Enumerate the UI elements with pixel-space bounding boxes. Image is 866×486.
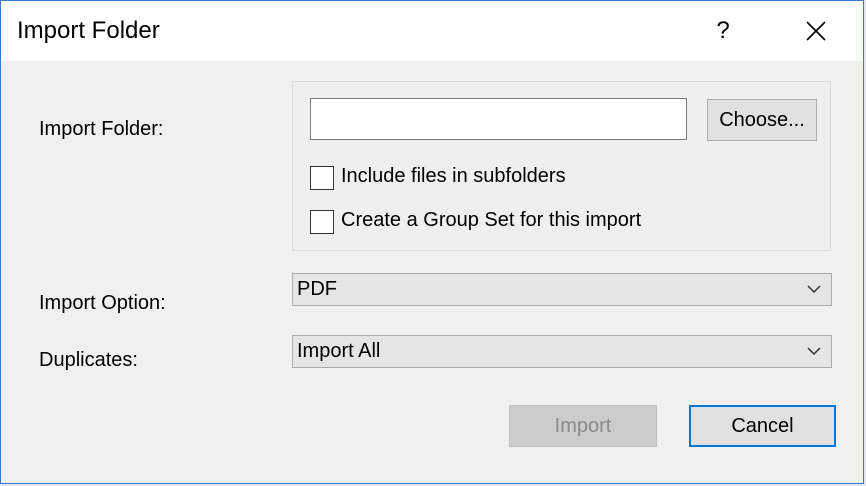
include-subfolders-checkbox[interactable] [310,166,334,190]
title-bar: Import Folder ? [1,1,863,61]
duplicates-label: Duplicates: [39,349,138,371]
chevron-down-icon [807,347,821,356]
include-subfolders-label: Include files in subfolders [341,165,566,187]
folder-path-input[interactable] [310,98,687,140]
import-option-select[interactable]: PDF [292,273,832,306]
import-option-label: Import Option: [39,292,166,314]
import-folder-dialog: Import Folder ? Import Folder: Choose...… [0,0,864,484]
create-group-set-checkbox[interactable] [310,210,334,234]
cancel-button[interactable]: Cancel [689,405,836,447]
import-button[interactable]: Import [509,405,657,447]
import-folder-label: Import Folder: [39,118,164,140]
duplicates-value: Import All [297,340,381,362]
close-icon [806,21,826,41]
duplicates-select[interactable]: Import All [292,335,832,368]
import-option-value: PDF [297,278,337,300]
close-button[interactable] [791,11,841,51]
choose-button[interactable]: Choose... [707,99,817,141]
chevron-down-icon [807,285,821,294]
help-button[interactable]: ? [701,11,745,51]
dialog-title: Import Folder [17,17,160,44]
create-group-set-label: Create a Group Set for this import [341,209,642,231]
